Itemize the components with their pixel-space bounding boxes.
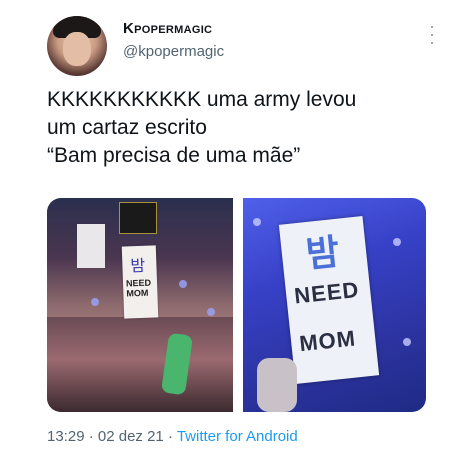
meta-separator: · <box>163 428 177 445</box>
sign-hangul: 밤 <box>130 257 146 276</box>
fan-sign-large: 밤 NEED MOM <box>278 216 380 384</box>
tweet-source[interactable]: Twitter for Android <box>177 428 298 445</box>
sign-hangul: 밤 <box>303 230 342 276</box>
tweet-text: KKKKKKKKKKK uma army levou um cartaz esc… <box>47 88 357 167</box>
tweet-date[interactable]: 02 dez 21 <box>98 428 164 445</box>
stage-banner <box>119 202 157 234</box>
crowd <box>47 317 233 412</box>
display-name[interactable]: Kpopermagic <box>123 20 224 37</box>
media-grid: 밤 NEED MOM 밤 NEED MOM <box>47 198 426 412</box>
avatar[interactable] <box>47 16 107 76</box>
photo-concert-left[interactable]: 밤 NEED MOM <box>47 198 233 412</box>
tweet-time[interactable]: 13:29 <box>47 428 85 445</box>
photo-concert-right[interactable]: 밤 NEED MOM <box>243 198 426 412</box>
avatar-face <box>63 32 91 66</box>
white-board <box>77 224 105 268</box>
meta-separator: · <box>84 428 98 445</box>
hand <box>257 358 297 412</box>
author-names: Kpopermagic @kpopermagic <box>123 20 224 60</box>
sign-text: NEED MOM <box>125 277 152 299</box>
more-options-icon[interactable]: · · · <box>429 17 435 51</box>
sign-line-need: NEED <box>293 276 361 309</box>
fan-sign-small: 밤 NEED MOM <box>121 245 159 319</box>
tweet-header: Kpopermagic @kpopermagic · · · <box>47 12 467 82</box>
sign-line-mom: MOM <box>298 325 358 357</box>
handle[interactable]: @kpopermagic <box>123 43 224 60</box>
tweet-meta: 13:29 · 02 dez 21 · Twitter for Android <box>47 428 298 445</box>
